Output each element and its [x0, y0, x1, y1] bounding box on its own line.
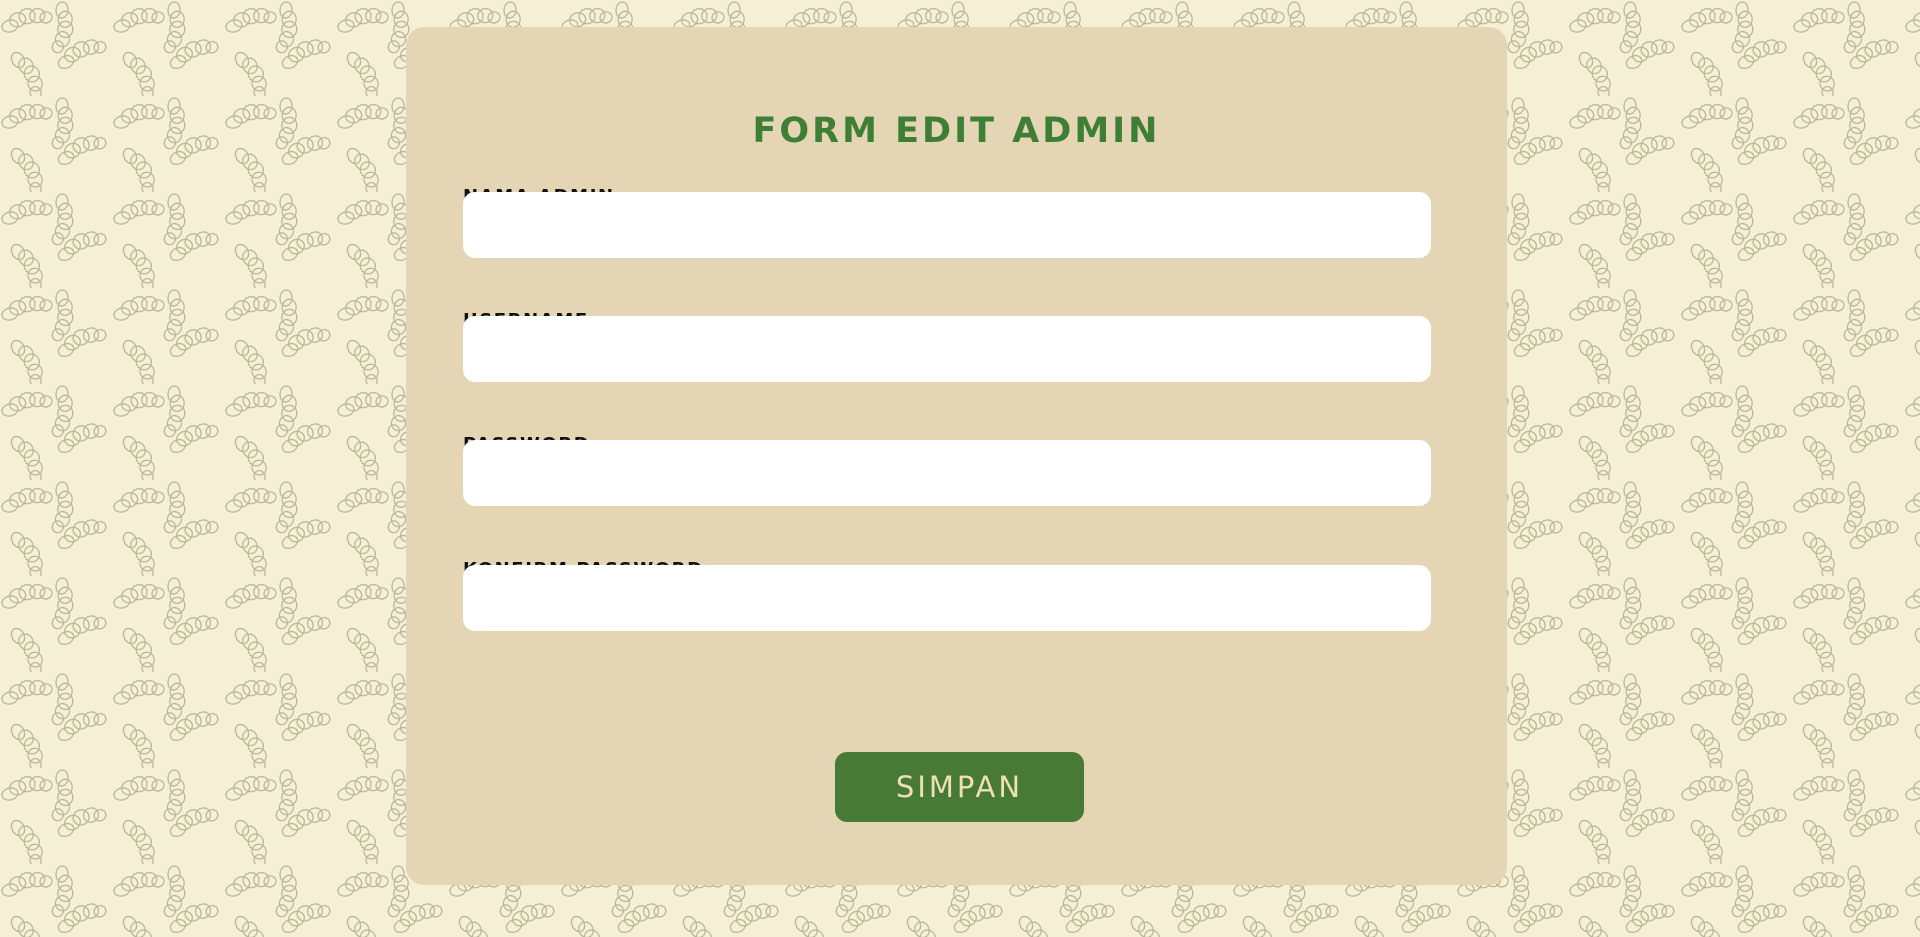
- simpan-button[interactable]: SIMPAN: [835, 752, 1084, 822]
- form-title: FORM EDIT ADMIN: [752, 111, 1161, 151]
- password-input[interactable]: [463, 440, 1431, 506]
- nama-admin-input[interactable]: [463, 192, 1431, 258]
- konfirm-password-input[interactable]: [463, 565, 1431, 631]
- username-input[interactable]: [463, 316, 1431, 382]
- edit-admin-form-card: FORM EDIT ADMIN NAMA ADMIN USERNAME PASS…: [406, 27, 1507, 885]
